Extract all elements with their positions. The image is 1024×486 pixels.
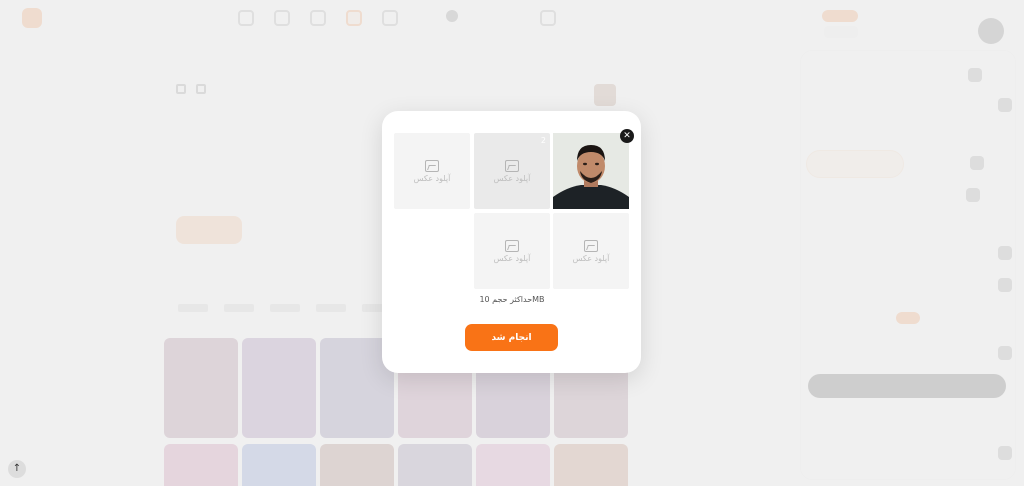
upload-slot-2[interactable]: 2 آپلود عکس — [474, 133, 550, 209]
image-upload-icon — [425, 159, 439, 172]
slot-label: آپلود عکس — [493, 253, 531, 263]
slot-index: 2 — [540, 136, 546, 145]
image-upload-icon — [505, 239, 519, 252]
slot-label: آپلود عکس — [572, 253, 610, 263]
upload-slot-3[interactable]: آپلود عکس — [394, 133, 470, 209]
uploaded-photo-image — [553, 133, 629, 209]
image-upload-icon — [505, 159, 519, 172]
upload-slot-5[interactable]: آپلود عکس — [474, 213, 550, 289]
uploaded-photo-slot[interactable] — [553, 133, 629, 209]
done-button[interactable]: انجام شد — [465, 324, 558, 351]
slot-label: آپلود عکس — [493, 173, 531, 183]
image-upload-icon — [584, 239, 598, 252]
close-button[interactable]: ✕ — [620, 129, 634, 143]
upload-slot-4[interactable]: آپلود عکس — [553, 213, 629, 289]
slot-label: آپلود عکس — [413, 173, 451, 183]
max-size-note: حداکثر حجم 10MB — [479, 295, 545, 304]
arrow-up-icon: ↑ — [12, 463, 22, 474]
scroll-to-top-button[interactable]: ↑ — [8, 460, 26, 478]
close-icon: ✕ — [623, 131, 631, 141]
